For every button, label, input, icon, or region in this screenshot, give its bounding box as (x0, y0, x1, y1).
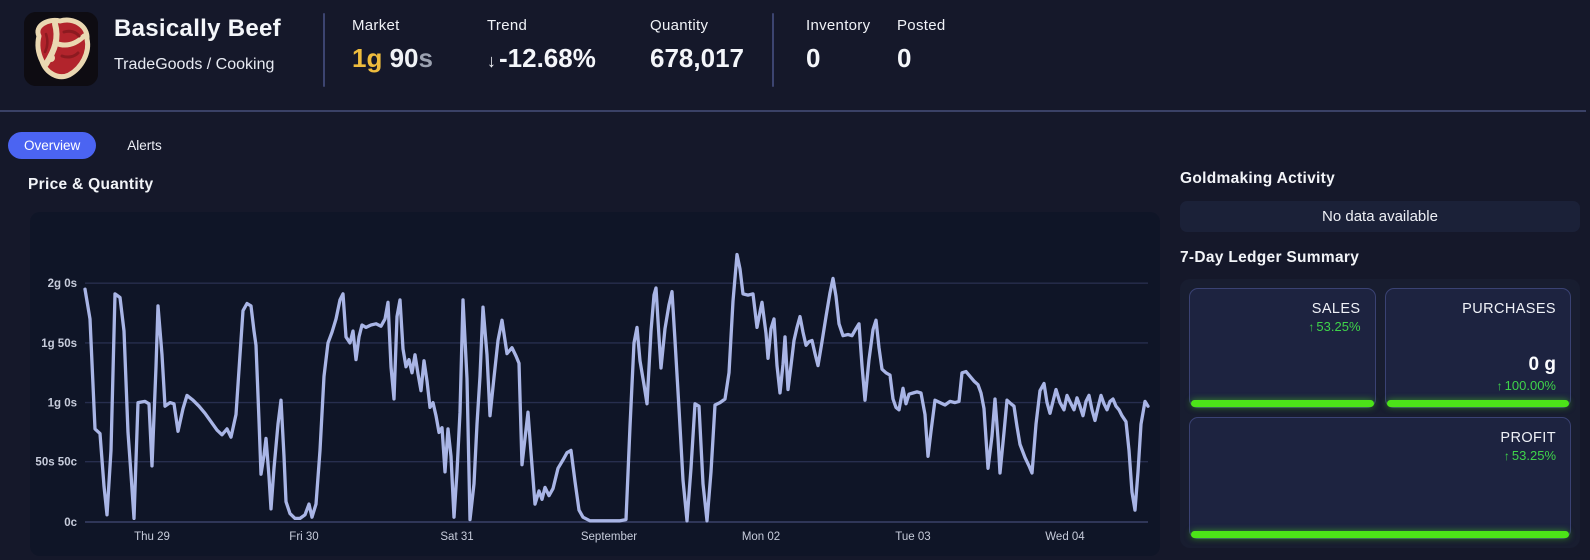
svg-text:50s 50c: 50s 50c (35, 457, 77, 469)
ledger-card-sales: SALES ↑ 53.25% (1189, 288, 1376, 408)
sales-card-percent: ↑ 53.25% (1308, 319, 1360, 334)
market-gold: 1g (352, 43, 383, 73)
stat-posted: Posted 0 (897, 17, 946, 74)
up-arrow-icon: ↑ (1496, 379, 1503, 393)
ledger-card-profit: PROFIT ↑ 53.25% (1189, 417, 1571, 539)
stat-posted-value: 0 (897, 43, 912, 73)
price-quantity-chart-panel: 0c 50s 50c 1g 0s 1g 50s 2g 0s Thu 29 Fri 30 Sat… (30, 212, 1160, 556)
svg-text:Sat 31: Sat 31 (440, 531, 473, 543)
item-name: Basically Beef (114, 15, 281, 42)
trend-down-arrow-icon: ↓ (487, 51, 496, 71)
svg-text:Thu 29: Thu 29 (134, 531, 170, 543)
up-arrow-icon: ↑ (1308, 320, 1315, 334)
purchases-card-value: 0 g (1528, 354, 1556, 375)
item-header: Basically Beef TradeGoods / Cooking Mark… (0, 0, 1590, 110)
purchases-green-bar (1386, 400, 1569, 407)
profit-card-percent: ↑ 53.25% (1504, 448, 1556, 463)
stat-market-value: 1g 90s (352, 43, 433, 74)
purchases-card-percent: ↑ 100.00% (1497, 378, 1556, 393)
ledger-cards-container: SALES ↑ 53.25% PURCHASES 0 g ↑ 100.00% PRO… (1180, 279, 1580, 548)
stat-posted-label: Posted (897, 17, 946, 34)
stat-inventory-label: Inventory (806, 17, 871, 34)
stat-trend: Trend ↓ -12.68% (487, 17, 596, 74)
svg-text:Tue 03: Tue 03 (895, 531, 930, 543)
item-title-block: Basically Beef TradeGoods / Cooking (114, 15, 281, 74)
chart-section-title: Price & Quantity (28, 176, 154, 193)
goldmaking-activity-title: Goldmaking Activity (1180, 170, 1335, 187)
svg-text:Wed 04: Wed 04 (1045, 531, 1085, 543)
page-root: { "header": { "item_name": "Basically Be… (0, 0, 1590, 560)
market-silver-number: 90 (389, 43, 419, 73)
svg-text:Mon 02: Mon 02 (742, 531, 780, 543)
tab-overview[interactable]: Overview (8, 132, 97, 159)
stat-market-label: Market (352, 17, 400, 34)
price-quantity-chart: 0c 50s 50c 1g 0s 1g 50s 2g 0s Thu 29 Fri 30 Sat… (35, 252, 1150, 543)
purchases-percent-text: 100.00% (1504, 378, 1556, 393)
profit-green-bar (1191, 531, 1569, 538)
svg-text:2g 0s: 2g 0s (48, 278, 77, 290)
stat-trend-label: Trend (487, 17, 528, 34)
profit-percent-text: 53.25% (1511, 448, 1556, 463)
stat-quantity: Quantity 678,017 (650, 17, 744, 74)
svg-text:1g 0s: 1g 0s (48, 398, 77, 410)
header-divider-1 (323, 13, 325, 87)
tab-bar: Overview Alerts (8, 132, 162, 159)
sales-percent-text: 53.25% (1316, 319, 1361, 334)
sales-card-label: SALES (1311, 301, 1361, 317)
header-divider-2 (772, 13, 774, 87)
sales-green-bar (1191, 400, 1374, 407)
ledger-summary-title: 7-Day Ledger Summary (1180, 249, 1360, 266)
item-category: TradeGoods / Cooking (114, 56, 275, 73)
header-bottom-divider (0, 110, 1586, 112)
market-silver-unit: s (418, 43, 433, 73)
stat-inventory: Inventory 0 (806, 17, 870, 74)
ledger-card-purchases: PURCHASES 0 g ↑ 100.00% (1384, 288, 1571, 408)
svg-text:1g 50s: 1g 50s (41, 338, 77, 350)
tab-alerts[interactable]: Alerts (127, 138, 162, 153)
goldmaking-no-data-box: No data available (1180, 201, 1580, 232)
profit-card-label: PROFIT (1500, 430, 1556, 446)
stat-quantity-label: Quantity (650, 17, 709, 34)
svg-text:0c: 0c (64, 517, 77, 529)
trend-percent: -12.68% (499, 43, 596, 73)
svg-text:Fri 30: Fri 30 (289, 531, 318, 543)
right-sidebar: Goldmaking Activity No data available 7-… (1180, 170, 1580, 548)
up-arrow-icon: ↑ (1503, 449, 1510, 463)
stat-market: Market 1g 90s (352, 17, 433, 74)
stat-quantity-value: 678,017 (650, 43, 744, 73)
steak-item-icon (24, 12, 98, 86)
stat-trend-value: ↓ -12.68% (487, 43, 596, 74)
purchases-card-label: PURCHASES (1462, 301, 1556, 317)
stat-inventory-value: 0 (806, 43, 821, 73)
svg-text:September: September (581, 531, 637, 543)
